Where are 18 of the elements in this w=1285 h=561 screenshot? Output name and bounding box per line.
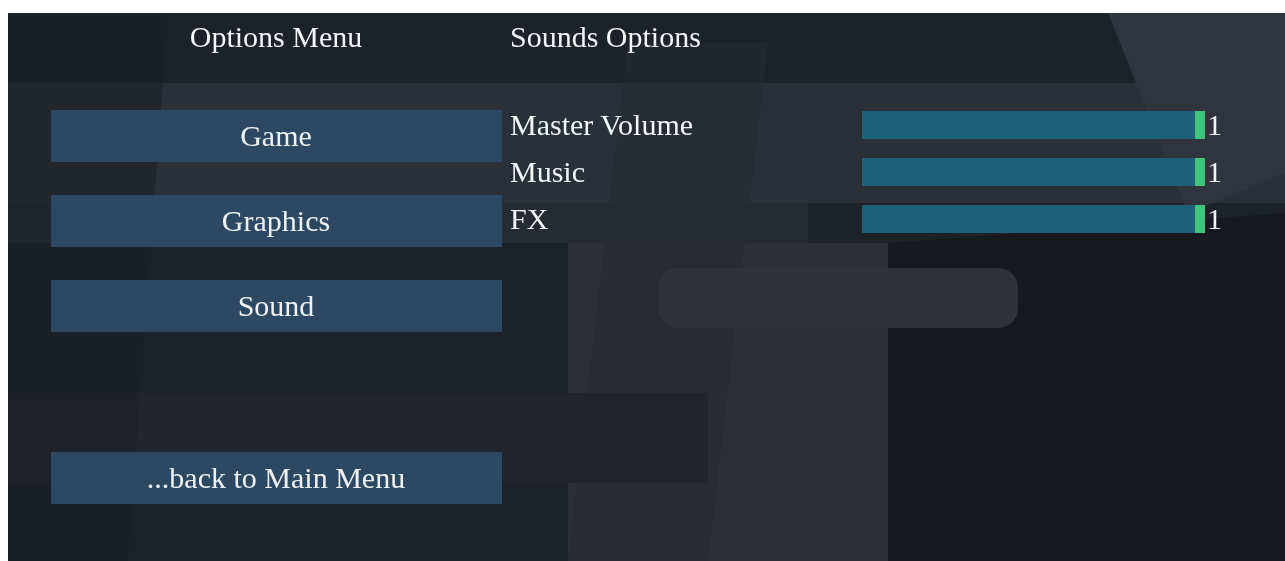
back-button[interactable]: ...back to Main Menu: [50, 452, 502, 504]
slider-track[interactable]: [862, 111, 1205, 139]
slider-label: FX: [510, 204, 550, 234]
sounds-options-title: Sounds Options: [510, 19, 702, 55]
slider-value: 1: [1207, 157, 1222, 187]
slider-value: 1: [1207, 204, 1222, 234]
slider-label: Music: [510, 157, 586, 187]
slider-thumb[interactable]: [1195, 205, 1205, 233]
slider-thumb[interactable]: [1195, 158, 1205, 186]
slider-thumb[interactable]: [1195, 111, 1205, 139]
menu-button[interactable]: Graphics: [50, 195, 502, 247]
menu-button[interactable]: Sound: [50, 280, 502, 332]
slider-track[interactable]: [862, 158, 1205, 186]
options-menu-title: Options Menu: [189, 19, 363, 55]
slider-label: Master Volume: [510, 110, 695, 140]
slider-track[interactable]: [862, 205, 1205, 233]
slider-value: 1: [1207, 110, 1222, 140]
menu-button[interactable]: Game: [50, 110, 502, 162]
